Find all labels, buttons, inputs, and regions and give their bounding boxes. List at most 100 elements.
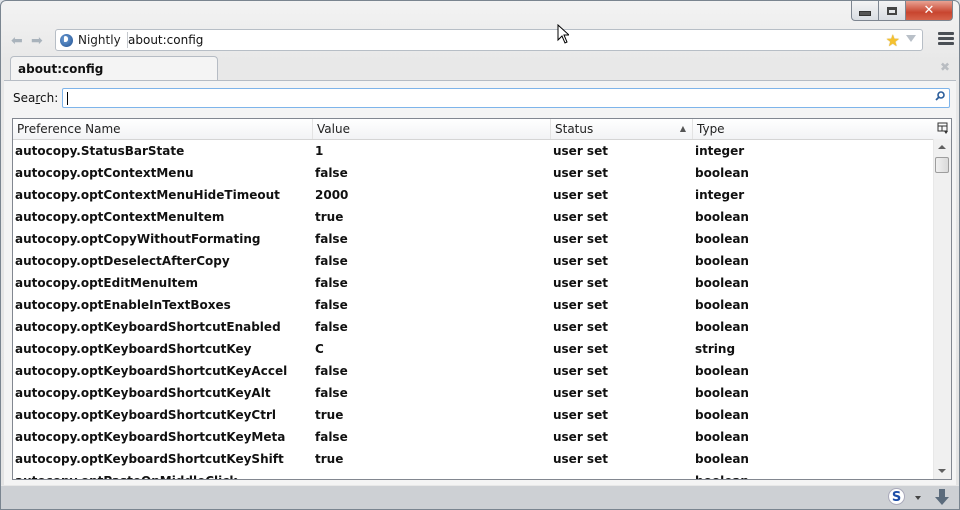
status-cell: user set	[553, 408, 608, 422]
table-row[interactable]: autocopy.optContextMenuHideTimeout 2000 us…	[13, 184, 933, 206]
table-row[interactable]: autocopy.optKeyboardShortcutKey Cuser set…	[13, 338, 933, 360]
tab-label: about:config	[18, 62, 104, 76]
value-cell: true	[315, 210, 344, 224]
preference-name-cell: autocopy.optKeyboardShortcutEnabled	[15, 320, 281, 334]
table-row[interactable]: autocopy.optCopyWithoutFormating false use…	[13, 228, 933, 250]
table-row[interactable]: autocopy.optContextMenu false user set bool…	[13, 162, 933, 184]
type-cell: boolean	[695, 408, 749, 422]
history-dropdown-icon[interactable]	[906, 35, 916, 42]
forward-arrow-icon[interactable]: ➡	[31, 33, 43, 49]
preference-name-cell: autocopy.optEditMenuItem	[15, 276, 199, 290]
column-header-value[interactable]: Value	[313, 119, 551, 139]
minimize-button[interactable]	[851, 1, 879, 21]
site-identity-button[interactable]: Nightly	[60, 32, 128, 48]
status-cell: user set	[553, 386, 608, 400]
scroll-down-icon[interactable]	[938, 469, 946, 473]
s-addon-icon[interactable]: S	[888, 488, 905, 505]
preference-name-cell: autocopy.optContextMenuItem	[15, 210, 225, 224]
globe-icon	[60, 33, 73, 47]
preference-name-cell: autocopy.optKeyboardShortcutKeyAlt	[15, 386, 271, 400]
preference-name-cell: autocopy.optKeyboardShortcutKey	[15, 342, 252, 356]
value-cell: false	[315, 276, 348, 290]
value-cell: false	[315, 298, 348, 312]
status-cell: user set	[553, 452, 608, 466]
table-row[interactable]: autocopy.optEnableInTextBoxes false user s…	[13, 294, 933, 316]
text-caret	[67, 92, 68, 105]
close-button[interactable]: ✕	[906, 1, 953, 21]
search-label-post: ch:	[40, 91, 59, 105]
scroll-up-icon[interactable]	[938, 145, 946, 149]
type-cell: boolean	[695, 210, 749, 224]
type-cell: boolean	[695, 430, 749, 444]
table-row[interactable]: autocopy.optKeyboardShortcutKeyShift true…	[13, 448, 933, 470]
download-arrow-icon[interactable]	[935, 489, 949, 505]
page-content: Search: Preference Name Value Status ▲ Ty…	[4, 80, 956, 485]
search-row: Search:	[4, 87, 956, 109]
scrollbar-thumb[interactable]	[935, 157, 949, 173]
type-cell: boolean	[695, 254, 749, 268]
close-tab-icon[interactable]: ✖	[940, 60, 950, 74]
url-text[interactable]: about:config	[128, 33, 203, 47]
preference-name-cell: autocopy.optEnableInTextBoxes	[15, 298, 231, 312]
table-row[interactable]: autocopy.optPasteOnMiddleClick boolean	[13, 470, 933, 479]
column-header-status-label: Status	[555, 122, 594, 136]
preference-name-cell: autocopy.optPasteOnMiddleClick	[15, 474, 237, 479]
type-cell: integer	[695, 188, 745, 202]
vertical-scrollbar[interactable]	[933, 139, 951, 479]
maximize-button[interactable]	[879, 1, 906, 21]
search-label: Search:	[13, 91, 58, 105]
column-header-type[interactable]: Type	[693, 119, 933, 139]
type-cell: boolean	[695, 232, 749, 246]
type-cell: boolean	[695, 276, 749, 290]
preference-name-cell: autocopy.optContextMenu	[15, 166, 194, 180]
type-cell: integer	[695, 144, 745, 158]
status-cell: user set	[553, 232, 608, 246]
value-cell: false	[315, 320, 348, 334]
status-cell: user set	[553, 210, 608, 224]
table-header: Preference Name Value Status ▲ Type	[13, 119, 951, 140]
status-cell: user set	[553, 276, 608, 290]
column-picker-icon[interactable]	[937, 122, 949, 134]
hamburger-menu-icon[interactable]	[938, 32, 954, 47]
mouse-cursor-icon	[557, 24, 569, 44]
star-icon[interactable]: ★	[886, 31, 900, 50]
table-row[interactable]: autocopy.optEditMenuItem false user set boo…	[13, 272, 933, 294]
preference-name-cell: autocopy.optContextMenuHideTimeout	[15, 188, 280, 202]
preference-name-cell: autocopy.optKeyboardShortcutKeyCtrl	[15, 408, 277, 422]
status-cell: user set	[553, 298, 608, 312]
s-addon-dropdown-icon[interactable]	[915, 496, 921, 500]
value-cell: 1	[315, 144, 324, 158]
url-bar[interactable]: Nightly about:config ★	[55, 29, 923, 51]
tab-about-config[interactable]: about:config	[10, 56, 218, 80]
back-arrow-icon[interactable]: ⬅	[11, 33, 23, 49]
table-row[interactable]: autocopy.optKeyboardShortcutEnabled false…	[13, 316, 933, 338]
addon-bar: S	[1, 485, 959, 509]
table-row[interactable]: autocopy.StatusBarState 1 user set integer	[13, 140, 933, 162]
value-cell: false	[315, 364, 348, 378]
table-row[interactable]: autocopy.optKeyboardShortcutKeyMeta false…	[13, 426, 933, 448]
table-row[interactable]: autocopy.optKeyboardShortcutKeyAccel fals…	[13, 360, 933, 382]
search-icon[interactable]	[935, 91, 945, 101]
sort-ascending-icon: ▲	[679, 124, 686, 133]
status-cell: user set	[553, 342, 608, 356]
tab-strip: about:config ✖	[1, 55, 959, 80]
status-cell: user set	[553, 364, 608, 378]
value-cell: false	[315, 166, 348, 180]
status-cell: user set	[553, 430, 608, 444]
status-cell: user set	[553, 188, 608, 202]
table-row[interactable]: autocopy.optKeyboardShortcutKeyAlt false u…	[13, 382, 933, 404]
type-cell: boolean	[695, 474, 749, 479]
preference-name-cell: autocopy.StatusBarState	[15, 144, 185, 158]
table-row[interactable]: autocopy.optKeyboardShortcutKeyCtrl true u…	[13, 404, 933, 426]
table-row[interactable]: autocopy.optContextMenuItem true user set b…	[13, 206, 933, 228]
preference-name-cell: autocopy.optCopyWithoutFormating	[15, 232, 261, 246]
value-cell: false	[315, 254, 348, 268]
column-header-preference-name[interactable]: Preference Name	[13, 119, 313, 139]
caption-buttons: ✕	[851, 1, 953, 21]
type-cell: boolean	[695, 298, 749, 312]
column-header-status[interactable]: Status ▲	[551, 119, 693, 139]
search-input[interactable]	[62, 88, 950, 108]
table-row[interactable]: autocopy.optDeselectAfterCopy false user s…	[13, 250, 933, 272]
type-cell: boolean	[695, 166, 749, 180]
value-cell: true	[315, 408, 344, 422]
